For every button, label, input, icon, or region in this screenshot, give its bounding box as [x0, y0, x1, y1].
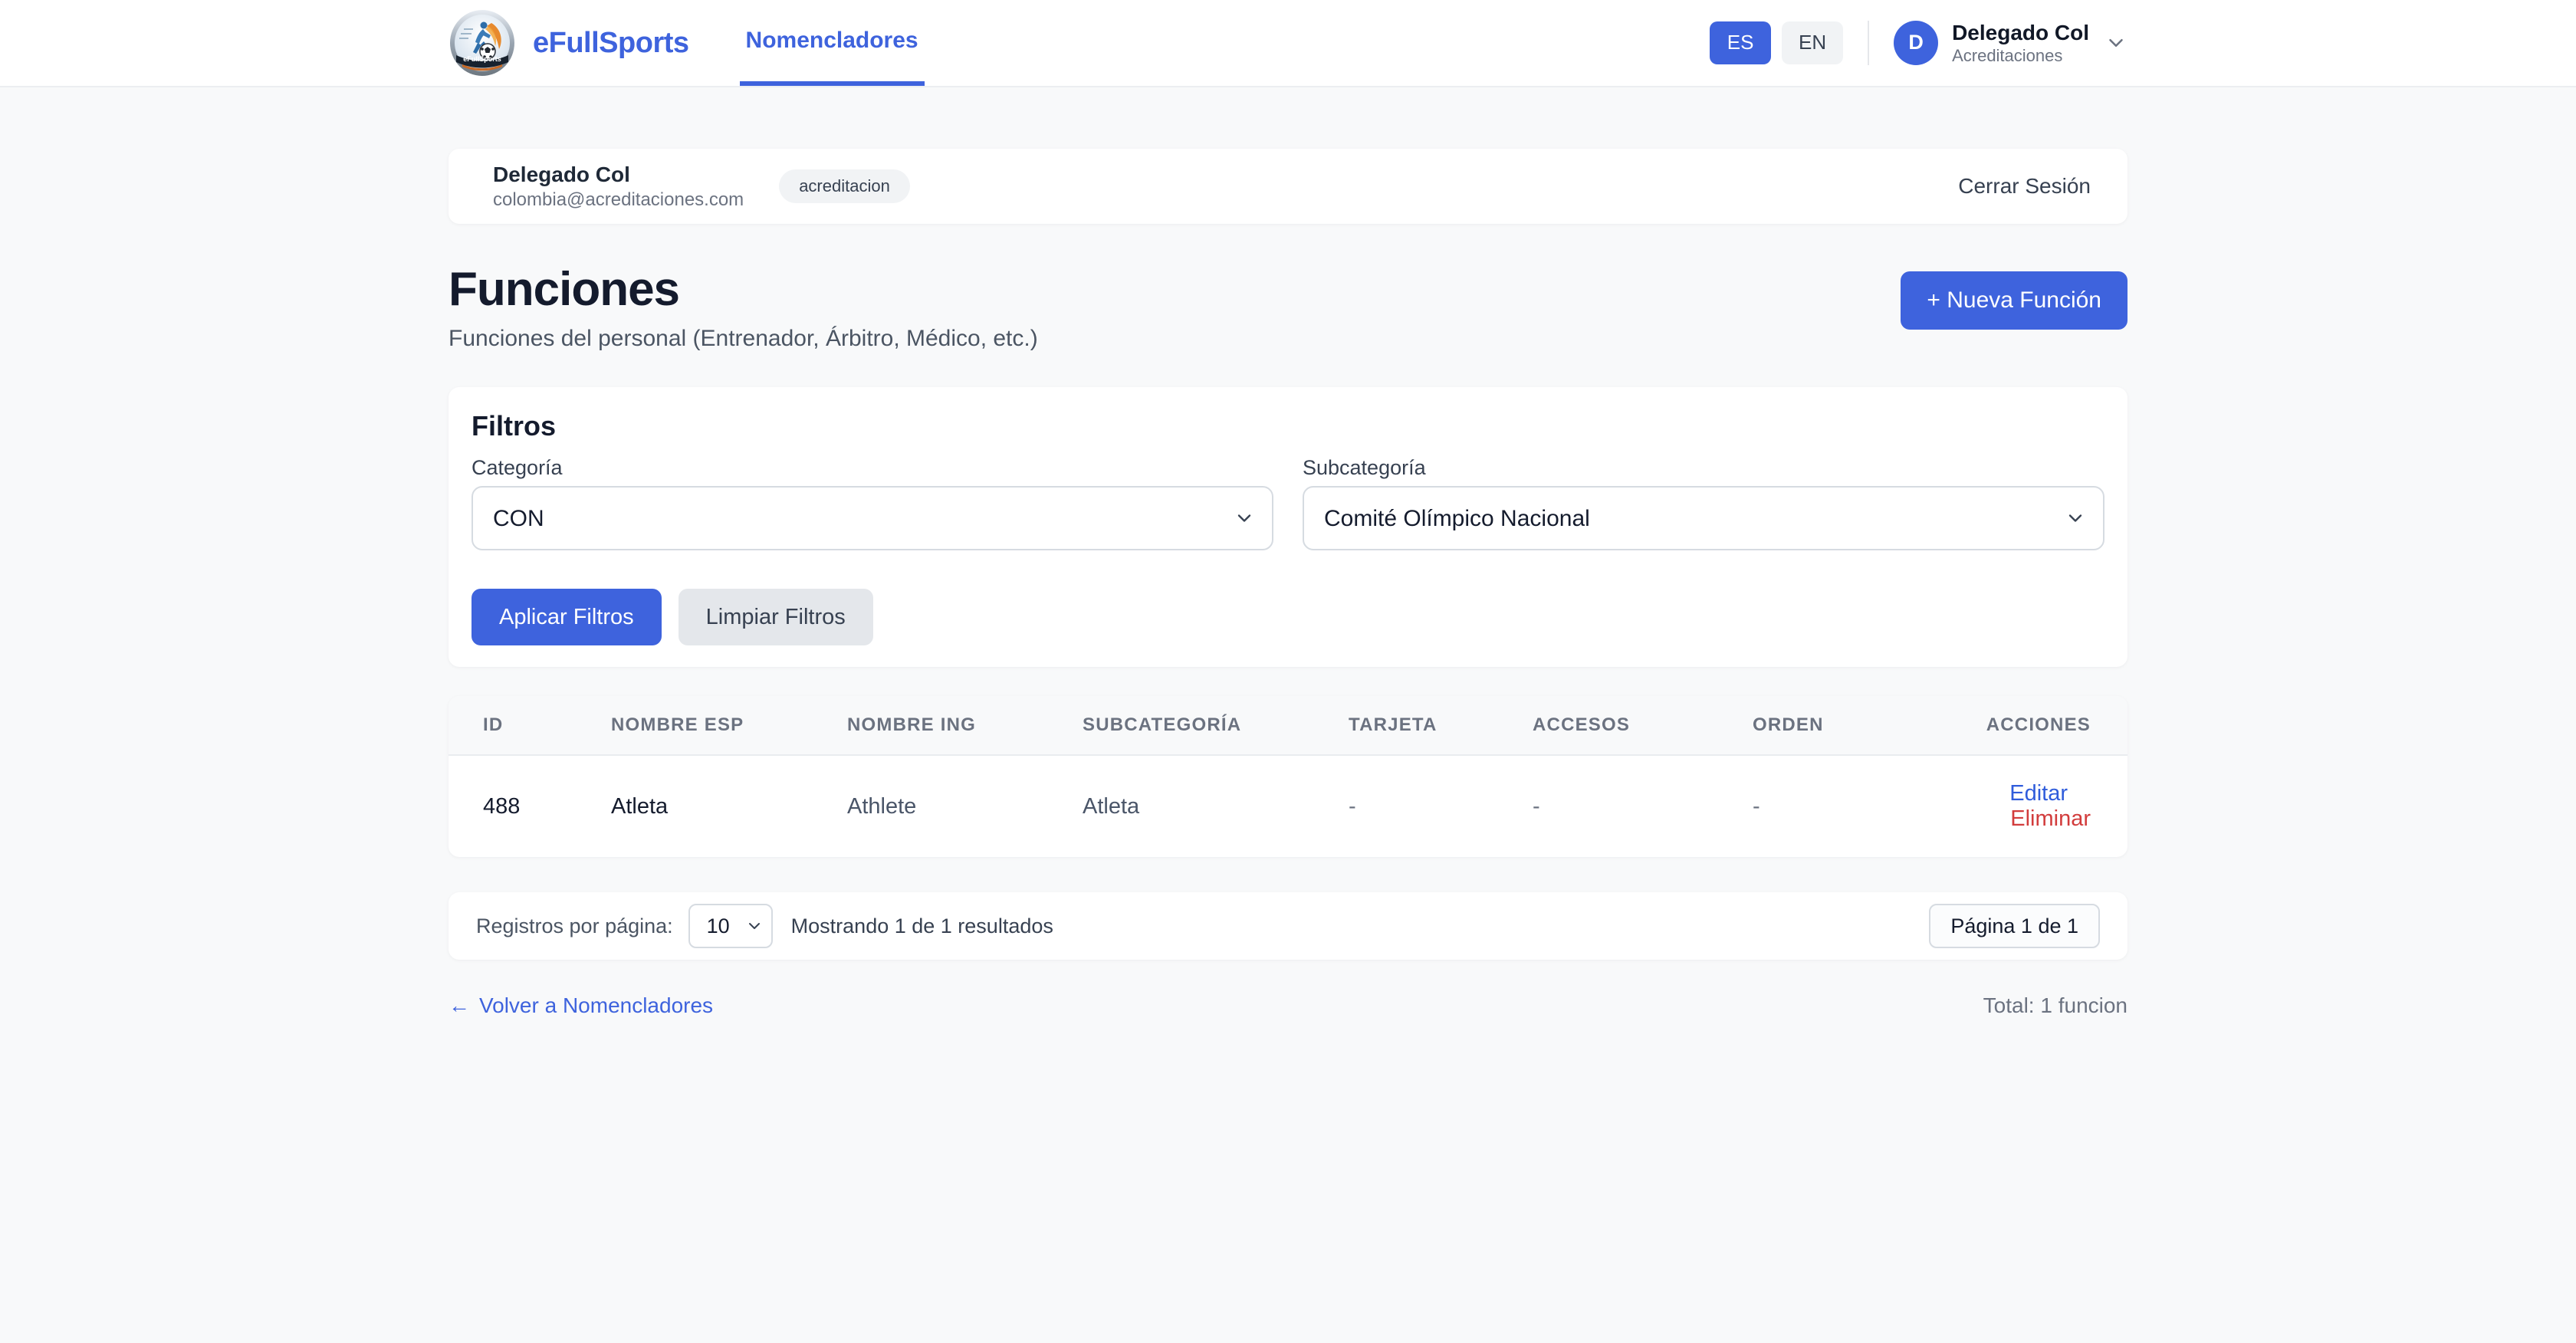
col-header-nombre-esp: NOMBRE ESP	[577, 696, 813, 755]
cell-orden: -	[1718, 755, 1948, 857]
functions-table: ID NOMBRE ESP NOMBRE ING SUBCATEGORÍA TA…	[449, 696, 2128, 857]
clear-filters-button[interactable]: Limpiar Filtros	[678, 589, 873, 645]
new-function-button[interactable]: + Nueva Función	[1901, 271, 2128, 330]
app-header: eFullSports eFullSports Nomencladores ES…	[0, 0, 2576, 87]
functions-table-card: ID NOMBRE ESP NOMBRE ING SUBCATEGORÍA TA…	[449, 696, 2128, 857]
per-page-select[interactable]: 10	[688, 904, 773, 948]
table-header-row: ID NOMBRE ESP NOMBRE ING SUBCATEGORÍA TA…	[449, 696, 2128, 755]
main-nav: Nomencladores	[740, 0, 925, 86]
delete-link[interactable]: Eliminar	[2010, 806, 2091, 831]
table-row: 488 Atleta Athlete Atleta - - - Editar E…	[449, 755, 2128, 857]
page-subtitle: Funciones del personal (Entrenador, Árbi…	[449, 326, 1038, 352]
col-header-nombre-ing: NOMBRE ING	[813, 696, 1048, 755]
category-select[interactable]: CON	[472, 486, 1273, 550]
chevron-down-icon	[2104, 31, 2128, 54]
logout-button[interactable]: Cerrar Sesión	[1958, 174, 2091, 199]
session-user-name: Delegado Col	[493, 161, 744, 189]
col-header-acciones: ACCIONES	[1948, 696, 2128, 755]
cell-nombre-esp: Atleta	[577, 755, 813, 857]
profile-name: Delegado Col	[1952, 19, 2089, 46]
showing-results-text: Mostrando 1 de 1 resultados	[791, 914, 1053, 938]
role-badge: acreditacion	[779, 169, 910, 203]
filters-title: Filtros	[472, 410, 2104, 442]
col-header-tarjeta: TARJETA	[1314, 696, 1498, 755]
pagination-bar: Registros por página: 10 Mostrando 1 de …	[449, 892, 2128, 960]
total-count-text: Total: 1 funcion	[1983, 993, 2128, 1018]
filters-panel: Filtros Categoría CON Subcategoría Comi	[449, 387, 2128, 667]
header-divider	[1868, 21, 1869, 65]
nav-item-nomencladores[interactable]: Nomencladores	[740, 0, 925, 86]
profile-role: Acreditaciones	[1952, 46, 2089, 66]
svg-text:eFullSports: eFullSports	[463, 55, 501, 63]
page-indicator-button[interactable]: Página 1 de 1	[1929, 904, 2100, 948]
back-link-label: Volver a Nomencladores	[479, 993, 713, 1018]
cell-tarjeta: -	[1314, 755, 1498, 857]
edit-link[interactable]: Editar	[2009, 781, 2068, 806]
profile-menu[interactable]: D Delegado Col Acreditaciones	[1894, 19, 2128, 66]
cell-accesos: -	[1498, 755, 1718, 857]
col-header-id: ID	[449, 696, 577, 755]
subcategory-label: Subcategoría	[1303, 456, 2104, 480]
col-header-accesos: ACCESOS	[1498, 696, 1718, 755]
avatar: D	[1894, 21, 1938, 65]
cell-id: 488	[449, 755, 577, 857]
col-header-subcategoria: SUBCATEGORÍA	[1048, 696, 1314, 755]
brand-name[interactable]: eFullSports	[533, 27, 689, 60]
back-arrow-icon: ←	[449, 993, 470, 1018]
page-title: Funciones	[449, 262, 1038, 317]
session-user-bar: Delegado Col colombia@acreditaciones.com…	[449, 149, 2128, 224]
col-header-orden: ORDEN	[1718, 696, 1948, 755]
cell-subcategoria: Atleta	[1048, 755, 1314, 857]
cell-nombre-ing: Athlete	[813, 755, 1048, 857]
session-user-email: colombia@acreditaciones.com	[493, 189, 744, 212]
subcategory-select[interactable]: Comité Olímpico Nacional	[1303, 486, 2104, 550]
language-es-button[interactable]: ES	[1710, 21, 1771, 64]
back-to-nomencladores-link[interactable]: ← Volver a Nomencladores	[449, 993, 713, 1018]
category-label: Categoría	[472, 456, 1273, 480]
per-page-label: Registros por página:	[476, 914, 673, 938]
language-en-button[interactable]: EN	[1782, 21, 1843, 64]
app-logo-icon[interactable]: eFullSports	[449, 9, 516, 77]
apply-filters-button[interactable]: Aplicar Filtros	[472, 589, 662, 645]
